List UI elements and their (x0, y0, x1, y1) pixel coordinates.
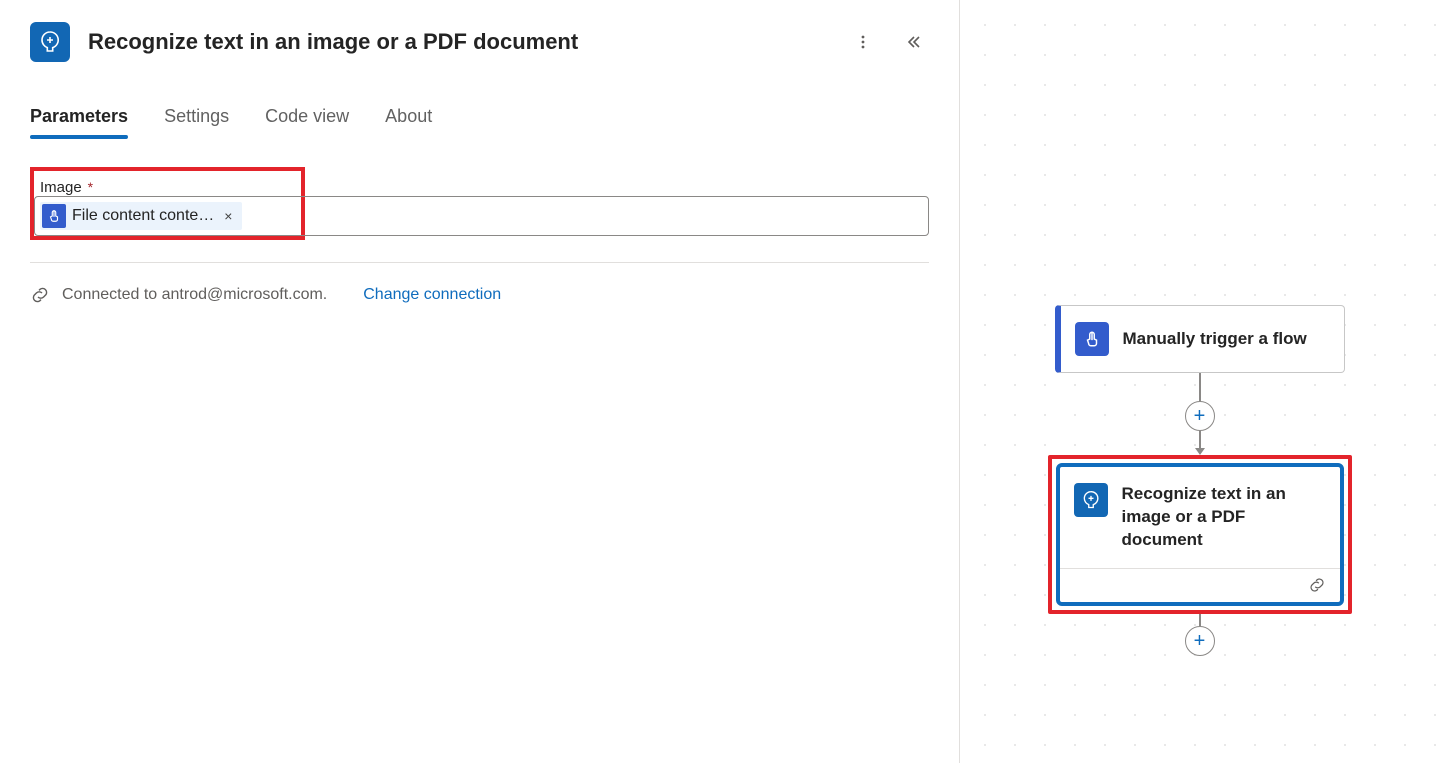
dynamic-content-token[interactable]: File content conte… × (40, 202, 242, 230)
token-label: File content conte… (72, 207, 214, 225)
image-input[interactable]: File content conte… × (40, 202, 289, 230)
action-node[interactable]: Recognize text in an image or a PDF docu… (1056, 463, 1344, 606)
connector-line (1199, 373, 1201, 401)
tab-code-view[interactable]: Code view (265, 106, 349, 137)
tab-parameters[interactable]: Parameters (30, 106, 128, 137)
action-node-highlight: Recognize text in an image or a PDF docu… (1048, 455, 1352, 614)
connection-row: Connected to antrod@microsoft.com. Chang… (0, 285, 959, 305)
arrow-down-icon (1195, 448, 1205, 455)
action-node-title: Recognize text in an image or a PDF docu… (1122, 483, 1326, 552)
image-field-label: Image (40, 179, 82, 196)
required-indicator: * (88, 179, 93, 195)
link-icon (30, 285, 50, 305)
action-node-footer (1060, 568, 1340, 602)
connector-line (1199, 431, 1201, 449)
trigger-node[interactable]: Manually trigger a flow (1055, 305, 1345, 373)
panel-tabs: Parameters Settings Code view About (0, 72, 959, 137)
change-connection-link[interactable]: Change connection (363, 286, 501, 304)
image-field-highlight: Image * File content conte… × (30, 167, 305, 240)
more-options-button[interactable] (847, 26, 879, 58)
touch-icon (42, 204, 66, 228)
flow-canvas[interactable]: Manually trigger a flow + Recognize text… (960, 0, 1439, 763)
connection-text: Connected to antrod@microsoft.com. (62, 286, 327, 304)
tab-settings[interactable]: Settings (164, 106, 229, 137)
ai-builder-icon (30, 22, 70, 62)
add-step-button[interactable]: + (1185, 401, 1215, 431)
divider (30, 262, 929, 263)
action-config-panel: Recognize text in an image or a PDF docu… (0, 0, 960, 763)
flow-graph: Manually trigger a flow + Recognize text… (1045, 305, 1355, 656)
add-step-button[interactable]: + (1185, 626, 1215, 656)
link-icon (1308, 576, 1326, 594)
touch-icon (1075, 322, 1109, 356)
tab-about[interactable]: About (385, 106, 432, 137)
parameters-form: Image * File content conte… × (0, 137, 959, 240)
ai-builder-icon (1074, 483, 1108, 517)
panel-header: Recognize text in an image or a PDF docu… (0, 0, 959, 72)
collapse-panel-button[interactable] (897, 26, 929, 58)
token-remove-button[interactable]: × (220, 208, 236, 224)
panel-title: Recognize text in an image or a PDF docu… (88, 29, 829, 55)
trigger-node-title: Manually trigger a flow (1123, 328, 1307, 351)
connector-line (1199, 614, 1201, 626)
